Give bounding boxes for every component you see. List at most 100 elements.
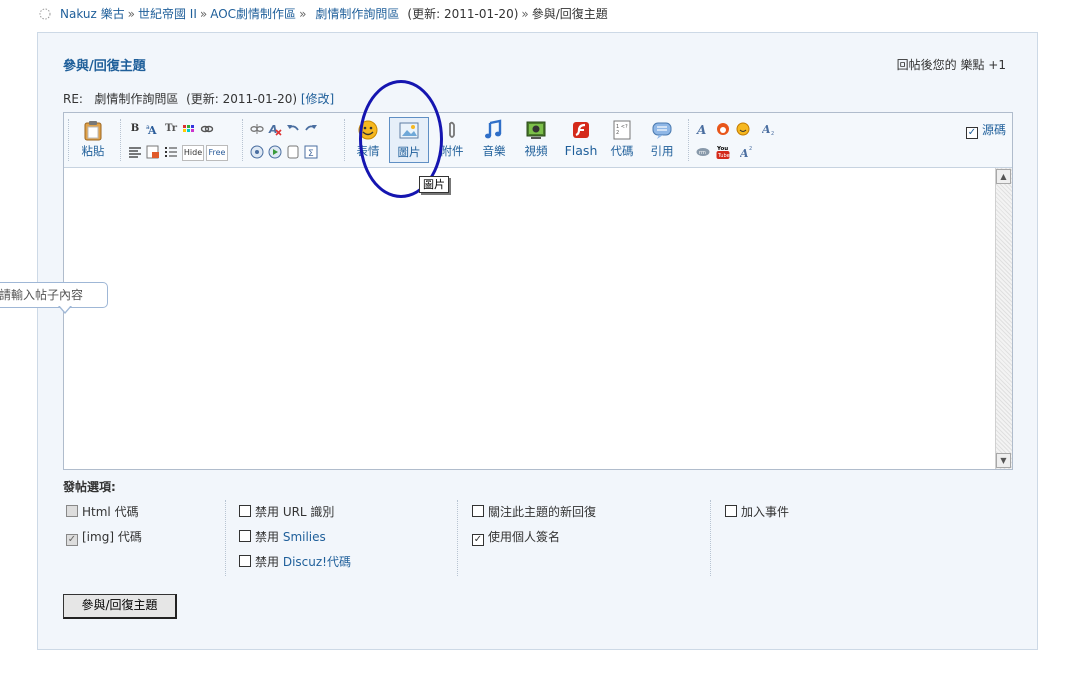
source-toggle[interactable]: ✓ 源碼 bbox=[965, 121, 1006, 139]
option-disable-url[interactable]: 禁用 URL 識別 bbox=[239, 503, 334, 520]
scroll-up-icon[interactable]: ▲ bbox=[996, 169, 1011, 184]
breadcrumb-link-forum[interactable]: AOC劇情制作區 bbox=[210, 7, 296, 21]
disable-discuz-checkbox[interactable] bbox=[239, 555, 251, 567]
option-img-code[interactable]: ✓ [img] 代碼 bbox=[66, 528, 142, 546]
options-divider bbox=[457, 500, 458, 576]
free-button[interactable]: Free bbox=[206, 145, 228, 161]
breadcrumb-separator: » bbox=[127, 7, 135, 21]
flash-icon bbox=[573, 122, 589, 138]
flash-button[interactable]: Flash bbox=[558, 117, 604, 163]
smile-small-icon[interactable] bbox=[736, 122, 750, 136]
edit-subject-link[interactable]: [修改] bbox=[301, 92, 334, 106]
svg-text:a: a bbox=[146, 124, 150, 131]
quote-button[interactable]: 引用 bbox=[642, 117, 682, 163]
bold-button[interactable]: B bbox=[128, 122, 142, 136]
options-divider bbox=[710, 500, 711, 576]
source-checkbox[interactable]: ✓ bbox=[965, 127, 978, 139]
video-icon bbox=[526, 121, 546, 139]
svg-text:2: 2 bbox=[616, 130, 619, 136]
reply-updated: (更新: 2011-01-20) bbox=[186, 92, 298, 106]
html-code-label: Html 代碼 bbox=[82, 505, 139, 519]
emoticon-grid-icon[interactable] bbox=[716, 122, 730, 136]
breadcrumb-link-aoc2[interactable]: 世紀帝國 II bbox=[138, 7, 197, 21]
svg-text:2: 2 bbox=[771, 131, 774, 136]
breadcrumb-separator: » bbox=[299, 7, 307, 21]
clipboard-icon bbox=[84, 121, 102, 141]
paste-label: 粘貼 bbox=[81, 144, 105, 158]
use-signature-label: 使用個人簽名 bbox=[488, 530, 561, 544]
superscript-icon[interactable]: A2 bbox=[740, 145, 754, 159]
hide-button[interactable]: Hide bbox=[182, 145, 204, 161]
font-size-button[interactable]: Tr bbox=[164, 122, 178, 136]
toolbar-divider bbox=[120, 119, 121, 161]
music-note-icon bbox=[485, 119, 502, 139]
breadcrumb: Nakuz 樂古» 世紀帝國 II» AOC劇情制作區» 劇情制作詢問區 (更新: 20… bbox=[38, 6, 608, 22]
page-title: 參與/回復主題 bbox=[63, 59, 146, 74]
font-color-icon[interactable]: Aa bbox=[146, 122, 160, 136]
flash-label: Flash bbox=[564, 143, 598, 158]
svg-text:A: A bbox=[740, 147, 749, 159]
post-content-textarea[interactable] bbox=[64, 168, 996, 469]
use-signature-checkbox[interactable]: ✓ bbox=[472, 534, 484, 546]
discuz-code-link[interactable]: Discuz!代碼 bbox=[283, 555, 351, 569]
font-style-icon[interactable]: A bbox=[696, 122, 710, 136]
editor-scrollbar[interactable]: ▲ ▼ bbox=[995, 168, 1012, 469]
media-icon[interactable] bbox=[268, 145, 282, 159]
list-icon[interactable] bbox=[164, 145, 178, 159]
code-button[interactable]: 1 <? 2 代碼 bbox=[602, 117, 642, 163]
scroll-down-icon[interactable]: ▼ bbox=[996, 453, 1011, 468]
source-label: 源碼 bbox=[981, 123, 1006, 137]
option-html-code[interactable]: Html 代碼 bbox=[66, 503, 139, 520]
music-label: 音樂 bbox=[482, 144, 506, 158]
svg-text:2: 2 bbox=[749, 146, 752, 152]
add-event-label: 加入事件 bbox=[741, 505, 790, 519]
toolbar-divider bbox=[242, 119, 243, 161]
home-icon[interactable] bbox=[38, 8, 52, 20]
breadcrumb-separator: » bbox=[521, 7, 529, 21]
rm-icon[interactable]: rm bbox=[696, 145, 710, 159]
undo-icon[interactable] bbox=[286, 122, 300, 136]
music-button[interactable]: 音樂 bbox=[474, 117, 514, 163]
options-divider bbox=[225, 500, 226, 576]
code-label: 代碼 bbox=[610, 144, 634, 158]
unlink-icon[interactable] bbox=[250, 122, 264, 136]
float-icon[interactable] bbox=[146, 145, 160, 159]
post-options-title: 發帖選項: bbox=[63, 480, 116, 494]
paste-button[interactable]: 粘貼 bbox=[72, 117, 114, 163]
reply-subject: RE: 劇情制作詢問區 (更新: 2011-01-20) [修改] bbox=[63, 90, 334, 107]
html-code-checkbox[interactable] bbox=[66, 505, 78, 517]
disable-smilies-checkbox[interactable] bbox=[239, 530, 251, 542]
add-event-checkbox[interactable] bbox=[725, 505, 737, 517]
smilies-link[interactable]: Smilies bbox=[283, 530, 326, 544]
img-code-label: [img] 代碼 bbox=[82, 530, 142, 544]
redo-icon[interactable] bbox=[304, 122, 318, 136]
option-use-signature[interactable]: ✓ 使用個人簽名 bbox=[472, 528, 560, 546]
clear-format-icon[interactable]: A bbox=[268, 122, 282, 136]
svg-text:A: A bbox=[762, 123, 771, 136]
post-editor: 粘貼 B Aa Tr A Hide Free Σ 表情 圖片 附件 音樂 視頻 … bbox=[63, 112, 1013, 470]
image-tooltip: 圖片 bbox=[419, 176, 449, 193]
youtube-icon[interactable]: YouTube bbox=[716, 143, 730, 161]
toolbar-divider bbox=[344, 119, 345, 161]
follow-replies-checkbox[interactable] bbox=[472, 505, 484, 517]
disable-discuz-prefix: 禁用 bbox=[255, 555, 283, 569]
breadcrumb-link-thread[interactable]: 劇情制作詢問區 bbox=[315, 7, 399, 21]
disable-smilies-prefix: 禁用 bbox=[255, 530, 283, 544]
option-disable-smilies[interactable]: 禁用 Smilies bbox=[239, 528, 326, 545]
submit-reply-button[interactable]: 參與/回復主題 bbox=[63, 594, 177, 619]
align-icon[interactable] bbox=[128, 145, 142, 159]
video-button[interactable]: 視頻 bbox=[516, 117, 556, 163]
subscript-icon[interactable]: A2 bbox=[762, 122, 776, 136]
formula-icon[interactable]: Σ bbox=[304, 145, 318, 159]
color-grid-icon[interactable] bbox=[182, 122, 196, 136]
page-icon[interactable] bbox=[286, 145, 300, 159]
breadcrumb-link-home[interactable]: Nakuz 樂古 bbox=[60, 7, 125, 21]
link-icon[interactable] bbox=[200, 122, 214, 136]
table-icon[interactable] bbox=[250, 145, 264, 159]
img-code-checkbox[interactable]: ✓ bbox=[66, 534, 78, 546]
option-add-event[interactable]: 加入事件 bbox=[725, 503, 789, 520]
disable-url-checkbox[interactable] bbox=[239, 505, 251, 517]
option-follow-replies[interactable]: 關注此主題的新回復 bbox=[472, 503, 596, 520]
option-disable-discuz[interactable]: 禁用 Discuz!代碼 bbox=[239, 553, 351, 570]
reply-prefix: RE: bbox=[63, 92, 83, 106]
